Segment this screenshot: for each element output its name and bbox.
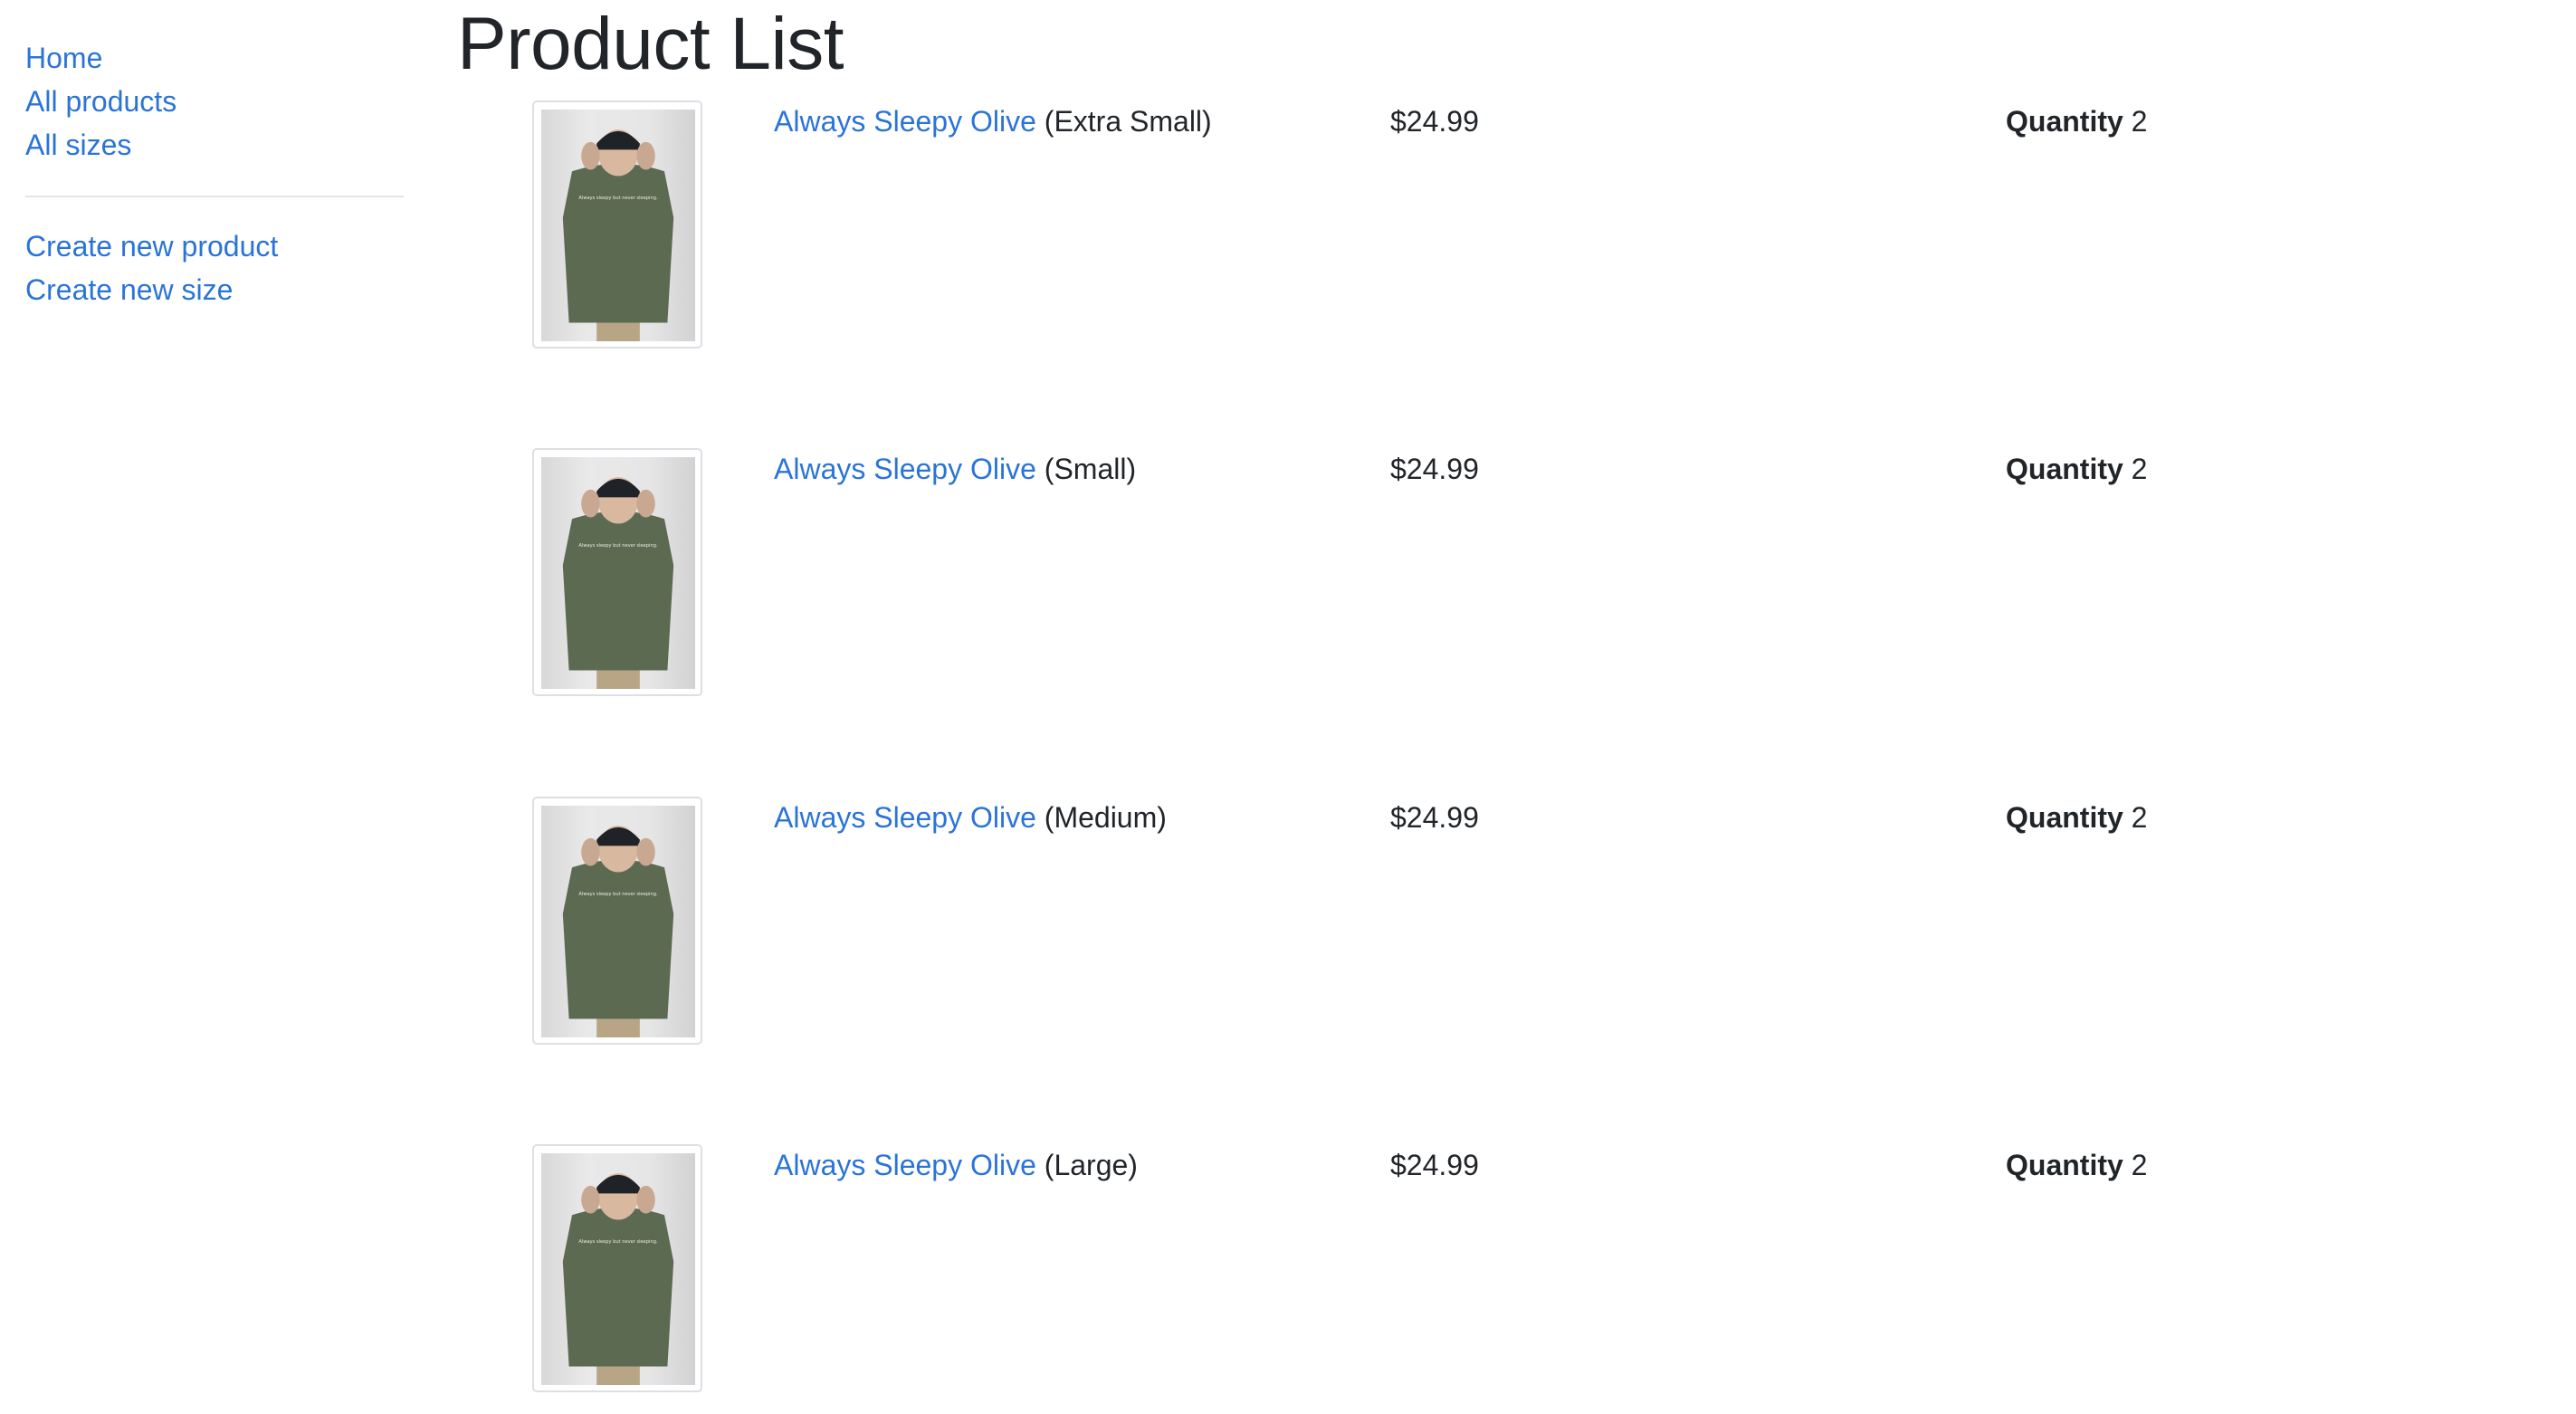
product-price: $24.99 bbox=[1390, 801, 1479, 834]
product-quantity: Quantity 2 bbox=[2006, 798, 2147, 836]
quantity-value: 2 bbox=[2131, 105, 2148, 138]
nav-link-home[interactable]: Home bbox=[25, 36, 405, 80]
product-size: (Large) bbox=[1044, 1149, 1138, 1181]
product-image: Always sleepy but never sleeping. bbox=[541, 457, 695, 689]
shirt-model-hand-left bbox=[581, 1185, 600, 1214]
product-price: $24.99 bbox=[1390, 1149, 1479, 1181]
shirt-print-text: Always sleepy but never sleeping. bbox=[578, 892, 658, 897]
product-name: Always Sleepy Olive (Medium) bbox=[774, 798, 1167, 836]
shirt-print-text: Always sleepy but never sleeping. bbox=[578, 196, 658, 201]
product-quantity: Quantity 2 bbox=[2006, 450, 2147, 488]
shirt-model-cap bbox=[596, 826, 640, 846]
product-thumbnail[interactable]: Always sleepy but never sleeping. bbox=[532, 797, 702, 1045]
product-quantity: Quantity 2 bbox=[2006, 102, 2147, 140]
product-quantity: Quantity 2 bbox=[2006, 1146, 2147, 1184]
quantity-label: Quantity bbox=[2006, 453, 2123, 485]
product-price: $24.99 bbox=[1390, 453, 1479, 485]
product-row: Always sleepy but never sleeping. Always… bbox=[0, 797, 2576, 1055]
product-image: Always sleepy but never sleeping. bbox=[541, 1153, 695, 1385]
product-link[interactable]: Always Sleepy Olive bbox=[774, 1149, 1036, 1181]
shirt-model-hand-left bbox=[581, 837, 600, 866]
product-row: Always sleepy but never sleeping. Always… bbox=[0, 1144, 2576, 1402]
shirt-model-shirt bbox=[562, 859, 674, 1019]
shirt-model-hand-left bbox=[581, 141, 600, 170]
quantity-label: Quantity bbox=[2006, 105, 2123, 138]
product-link[interactable]: Always Sleepy Olive bbox=[774, 801, 1036, 834]
product-link[interactable]: Always Sleepy Olive bbox=[774, 453, 1036, 485]
shirt-model-hand-right bbox=[636, 141, 655, 170]
quantity-label: Quantity bbox=[2006, 801, 2123, 834]
shirt-print-text: Always sleepy but never sleeping. bbox=[578, 543, 658, 549]
shirt-model-shirt bbox=[562, 511, 674, 671]
shirt-model-hand-left bbox=[581, 489, 600, 518]
shirt-model-cap bbox=[596, 130, 640, 150]
quantity-value: 2 bbox=[2131, 801, 2148, 834]
product-price: $24.99 bbox=[1390, 105, 1479, 138]
page-title: Product List bbox=[457, 3, 844, 85]
product-row: Always sleepy but never sleeping. Always… bbox=[0, 448, 2576, 706]
product-name: Always Sleepy Olive (Small) bbox=[774, 450, 1136, 488]
product-link[interactable]: Always Sleepy Olive bbox=[774, 105, 1036, 138]
shirt-model-shirt bbox=[562, 163, 674, 323]
shirt-model-cap bbox=[596, 478, 640, 498]
shirt-model-cap bbox=[596, 1174, 640, 1194]
product-size: (Extra Small) bbox=[1044, 105, 1212, 138]
product-image: Always sleepy but never sleeping. bbox=[541, 110, 695, 341]
product-thumbnail[interactable]: Always sleepy but never sleeping. bbox=[532, 1144, 702, 1392]
product-image: Always sleepy but never sleeping. bbox=[541, 806, 695, 1037]
shirt-model-shirt bbox=[562, 1207, 674, 1367]
shirt-model-hand-right bbox=[636, 837, 655, 866]
product-name: Always Sleepy Olive (Extra Small) bbox=[774, 102, 1212, 140]
quantity-label: Quantity bbox=[2006, 1149, 2123, 1181]
product-size: (Medium) bbox=[1044, 801, 1167, 834]
shirt-print-text: Always sleepy but never sleeping. bbox=[578, 1239, 658, 1245]
shirt-model-hand-right bbox=[636, 489, 655, 518]
product-row: Always sleepy but never sleeping. Always… bbox=[0, 100, 2576, 358]
quantity-value: 2 bbox=[2131, 1149, 2148, 1181]
product-name: Always Sleepy Olive (Large) bbox=[774, 1146, 1138, 1184]
quantity-value: 2 bbox=[2131, 453, 2148, 485]
product-thumbnail[interactable]: Always sleepy but never sleeping. bbox=[532, 100, 702, 349]
product-size: (Small) bbox=[1044, 453, 1137, 485]
product-thumbnail[interactable]: Always sleepy but never sleeping. bbox=[532, 448, 702, 696]
shirt-model-hand-right bbox=[636, 1185, 655, 1214]
